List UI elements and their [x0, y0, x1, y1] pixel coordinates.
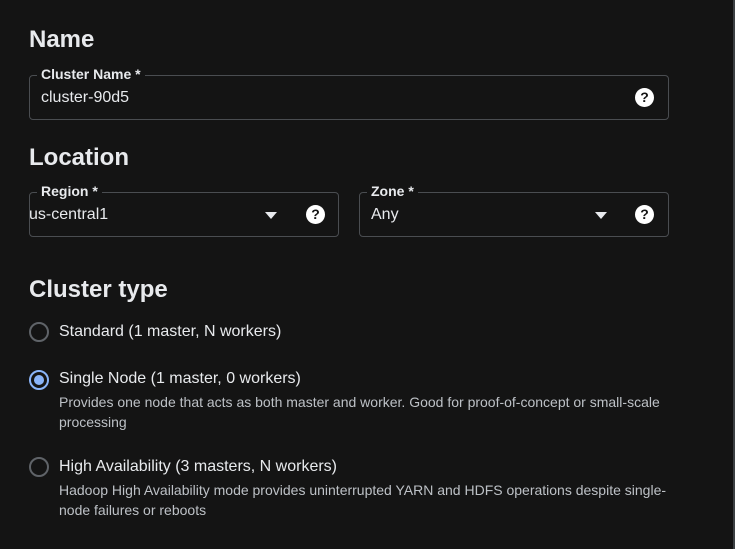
zone-value: Any	[371, 206, 399, 223]
option-standard-label[interactable]: Standard (1 master, N workers)	[59, 321, 281, 343]
cluster-name-label: Cluster Name *	[37, 65, 145, 83]
radio-standard[interactable]	[29, 322, 49, 342]
zone-dropdown-caret-icon[interactable]	[595, 212, 607, 219]
option-high-availability-description: Hadoop High Availability mode provides u…	[59, 482, 667, 518]
region-select[interactable]: Region * us-central1 ?	[29, 182, 339, 237]
zone-label: Zone *	[367, 182, 418, 200]
location-section-title: Location	[29, 144, 129, 171]
cluster-name-input[interactable]: cluster-90d5	[41, 87, 129, 109]
zone-help-icon[interactable]: ?	[635, 205, 654, 224]
radio-single-node[interactable]	[29, 370, 49, 390]
create-cluster-form: Name Cluster Name * cluster-90d5 ? Locat…	[0, 0, 735, 549]
region-help-icon[interactable]: ?	[306, 205, 325, 224]
region-dropdown-caret-icon[interactable]	[265, 212, 277, 219]
region-label: Region *	[37, 182, 102, 200]
zone-select[interactable]: Zone * Any ?	[359, 182, 669, 237]
cluster-name-field[interactable]: Cluster Name * cluster-90d5 ?	[29, 65, 669, 120]
cluster-type-section-title: Cluster type	[29, 276, 168, 303]
radio-high-availability[interactable]	[29, 457, 49, 477]
option-high-availability-label[interactable]: High Availability (3 masters, N workers)	[59, 456, 337, 478]
option-single-node-description: Provides one node that acts as both mast…	[59, 394, 660, 430]
name-section-title: Name	[29, 26, 95, 53]
option-single-node-label[interactable]: Single Node (1 master, 0 workers)	[59, 368, 301, 390]
region-value: us-central1	[29, 206, 109, 223]
cluster-name-help-icon[interactable]: ?	[635, 88, 654, 107]
